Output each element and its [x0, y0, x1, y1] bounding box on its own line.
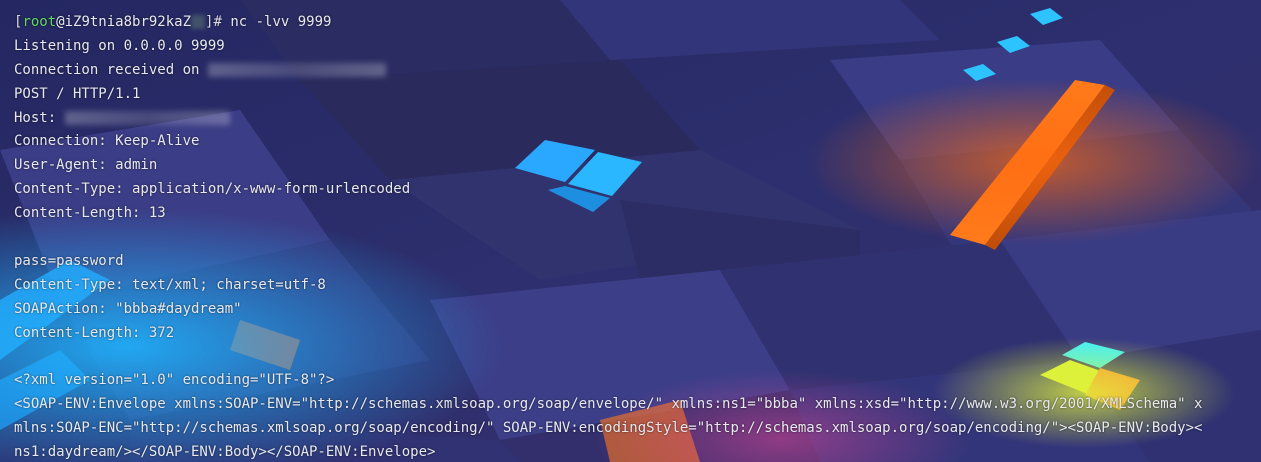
- output-listening: Listening on 0.0.0.0 9999: [14, 37, 225, 54]
- output-content-type-form: Content-Type: application/x-www-form-url…: [14, 181, 411, 198]
- redacted-ip: [207, 62, 386, 77]
- prompt-close: ]#: [205, 14, 231, 30]
- output-connection: Connection received on: [14, 61, 208, 78]
- prompt-line: [root@iZ9tnia8br92kaZ]# nc -lvv 9999: [14, 11, 1202, 35]
- prompt-host: iZ9tnia8br92kaZ: [64, 14, 192, 30]
- redacted-host: [64, 110, 230, 125]
- terminal-window[interactable]: [root@iZ9tnia8br92kaZ]# nc -lvv 9999 Lis…: [0, 0, 1261, 462]
- output-request-line: POST / HTTP/1.1: [14, 85, 141, 102]
- redacted-cwd: [191, 15, 206, 29]
- terminal-output[interactable]: [root@iZ9tnia8br92kaZ]# nc -lvv 9999 Lis…: [14, 11, 1202, 462]
- output-xml-line-2: mlns:SOAP-ENC="http://schemas.xmlsoap.or…: [14, 420, 1203, 437]
- output-xml-line-1: <SOAP-ENV:Envelope xmlns:SOAP-ENV="http:…: [14, 396, 1203, 413]
- output-content-length-372: Content-Length: 372: [14, 324, 175, 341]
- output-host: Host:: [14, 109, 65, 126]
- output-keep-alive: Connection: Keep-Alive: [14, 133, 200, 150]
- output-blank-1: [14, 226, 1202, 250]
- output-host-line: Host:: [14, 107, 1202, 131]
- output-xml-line-3: ns1:daydream/></SOAP-ENV:Body></SOAP-ENV…: [14, 444, 436, 461]
- output-xml-declaration: <?xml version="1.0" encoding="UTF-8"?>: [14, 372, 335, 389]
- command-text: nc -lvv 9999: [230, 14, 332, 30]
- output-content-type-xml: Content-Type: text/xml; charset=utf-8: [14, 276, 326, 293]
- output-user-agent: User-Agent: admin: [14, 157, 158, 174]
- output-blank-2: [14, 345, 1202, 369]
- prompt-at: @: [56, 14, 65, 30]
- output-body: pass=password: [14, 252, 124, 269]
- output-connection-line: Connection received on: [14, 59, 1202, 83]
- output-soap-action: SOAPAction: "bbba#daydream": [14, 300, 242, 317]
- output-content-length-13: Content-Length: 13: [14, 205, 166, 222]
- prompt-user: root: [22, 14, 57, 30]
